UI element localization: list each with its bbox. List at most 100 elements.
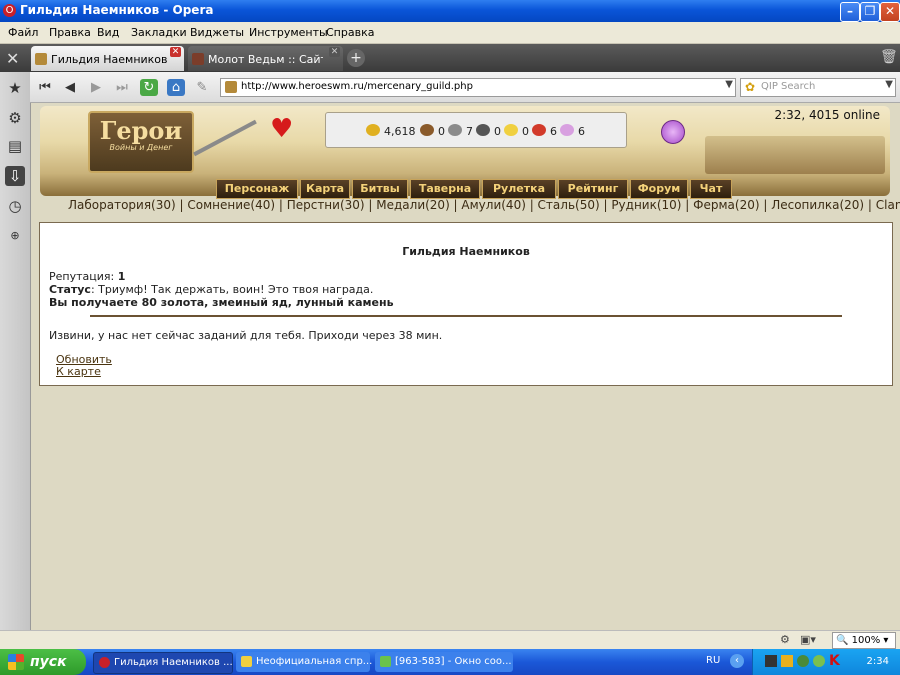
zoom-control[interactable]: 🔍 100% ▾ bbox=[832, 632, 896, 649]
menu-view[interactable]: Вид bbox=[97, 26, 119, 39]
web-page: Герои Войны и Денег ♥ 4,618 0 7 0 0 6 6 … bbox=[31, 103, 900, 630]
task-opera[interactable]: Гильдия Наемников ... bbox=[93, 652, 233, 674]
menu-file[interactable]: Файл bbox=[8, 26, 38, 39]
network-icon[interactable] bbox=[765, 655, 777, 667]
task-chat-window[interactable]: [963-583] - Окно соо... bbox=[375, 652, 513, 672]
taskbar: пуск Гильдия Наемников ... Неофициальная… bbox=[0, 649, 900, 675]
close-button[interactable]: ✕ bbox=[880, 2, 900, 22]
edit-pen-icon[interactable]: ✎ bbox=[193, 79, 211, 96]
panel-toggle-icon[interactable]: ⚙ bbox=[780, 633, 790, 646]
language-indicator[interactable]: RU bbox=[706, 655, 720, 666]
wood-icon bbox=[420, 124, 434, 136]
back-icon[interactable]: ◀ bbox=[61, 79, 79, 96]
transfers-icon[interactable]: ⇩ bbox=[5, 166, 25, 186]
nav-tavern[interactable]: Таверна bbox=[410, 179, 480, 199]
window-title-bar[interactable]: O Гильдия Наемников - Opera – ❐ ✕ bbox=[0, 0, 900, 22]
gems-icon bbox=[560, 124, 574, 136]
sword-icon bbox=[193, 119, 257, 157]
crystal-value: 6 bbox=[550, 125, 557, 138]
history-clock-icon[interactable]: ◷ bbox=[5, 196, 25, 216]
game-header-banner: Герои Войны и Денег ♥ 4,618 0 7 0 0 6 6 … bbox=[40, 106, 890, 199]
new-tab-icon[interactable]: + bbox=[347, 49, 365, 67]
rewind-icon[interactable]: ⏮ bbox=[36, 79, 54, 96]
nav-forum[interactable]: Форум bbox=[630, 179, 688, 199]
wood-value: 0 bbox=[438, 125, 445, 138]
trash-icon[interactable]: 🗑 bbox=[880, 49, 898, 65]
tab-mercenary-guild[interactable]: Гильдия Наемников ✕ bbox=[31, 46, 184, 71]
kaspersky-icon[interactable]: K bbox=[829, 653, 840, 669]
images-icon[interactable]: ▣▾ bbox=[800, 633, 816, 646]
gear-icon[interactable]: ⚙ bbox=[5, 108, 25, 128]
nav-character[interactable]: Персонаж bbox=[216, 179, 298, 199]
nav-battles[interactable]: Битвы bbox=[352, 179, 408, 199]
nav-chat[interactable]: Чат bbox=[690, 179, 732, 199]
no-tasks-message: Извини, у нас нет сейчас заданий для теб… bbox=[49, 329, 443, 342]
alert-icon[interactable] bbox=[781, 655, 793, 667]
nav-rating[interactable]: Рейтинг bbox=[558, 179, 628, 199]
magnifier-icon: 🔍 bbox=[836, 635, 849, 646]
gold-icon bbox=[366, 124, 380, 136]
server-time-online: 2:32, 4015 online bbox=[774, 108, 880, 122]
health-heart-icon: ♥ bbox=[270, 114, 294, 144]
page-title: Гильдия Наемников bbox=[402, 245, 530, 258]
url-text: http://www.heroeswm.ru/mercenary_guild.p… bbox=[241, 81, 473, 92]
sulfur-value: 0 bbox=[522, 125, 529, 138]
minimize-button[interactable]: – bbox=[840, 2, 860, 22]
reward-text: Вы получаете 80 золота, змеиный яд, лунн… bbox=[49, 296, 394, 309]
castle-image bbox=[705, 136, 885, 174]
windows-logo-icon bbox=[8, 654, 24, 670]
app-tray-icon[interactable] bbox=[813, 655, 825, 667]
maximize-button[interactable]: ❐ bbox=[860, 2, 880, 22]
crystal-icon bbox=[532, 124, 546, 136]
add-panel-icon[interactable]: ⊕ bbox=[5, 226, 25, 246]
menu-widgets[interactable]: Виджеты bbox=[190, 26, 244, 39]
guild-links[interactable]: Лаборатория(30) | Сомнение(40) | Перстни… bbox=[68, 198, 900, 212]
chevron-down-icon: ▾ bbox=[883, 635, 889, 646]
tools-icon[interactable]: ✕ bbox=[6, 49, 19, 68]
gems-value: 6 bbox=[578, 125, 585, 138]
reputation-label: Репутация: bbox=[49, 270, 115, 283]
start-label: пуск bbox=[30, 654, 67, 670]
tray-back-icon[interactable]: ‹ bbox=[730, 654, 744, 668]
sulfur-icon bbox=[504, 124, 518, 136]
ore-icon bbox=[448, 124, 462, 136]
game-logo[interactable]: Герои Войны и Денег bbox=[88, 111, 194, 173]
bookmarks-star-icon[interactable]: ★ bbox=[5, 78, 25, 98]
forward-icon[interactable]: ▶ bbox=[87, 79, 105, 96]
close-tab-icon[interactable]: ✕ bbox=[329, 47, 340, 57]
reputation-value: 1 bbox=[117, 270, 126, 283]
chevron-down-icon[interactable]: ▼ bbox=[885, 79, 893, 90]
close-tab-icon[interactable]: ✕ bbox=[170, 47, 181, 57]
menu-edit[interactable]: Правка bbox=[49, 26, 91, 39]
status-label: Статус bbox=[49, 283, 91, 296]
heroes-favicon-icon bbox=[35, 53, 47, 65]
address-field[interactable]: http://www.heroeswm.ru/mercenary_guild.p… bbox=[220, 78, 736, 97]
status-text: : Триумф! Так держать, воин! Это твоя на… bbox=[90, 283, 374, 296]
clock: 2:34 bbox=[866, 656, 889, 667]
tab-witch-hammer[interactable]: Молот Ведьм :: Сайт б... ✕ bbox=[188, 46, 343, 71]
qip-flower-icon: ✿ bbox=[745, 80, 756, 94]
tab-label: Гильдия Наемников bbox=[51, 53, 168, 66]
fast-forward-icon[interactable]: ⏭ bbox=[113, 79, 131, 96]
task-label: Неофициальная спр... bbox=[256, 656, 373, 667]
status-bar: ⚙ ▣▾ 🔍 100% ▾ bbox=[0, 630, 900, 650]
ore-value: 7 bbox=[466, 125, 473, 138]
qip-icon[interactable] bbox=[797, 655, 809, 667]
home-icon[interactable]: ⌂ bbox=[167, 79, 185, 96]
start-button[interactable]: пуск bbox=[0, 649, 86, 675]
menu-help[interactable]: Справка bbox=[326, 26, 374, 39]
nav-map[interactable]: Карта bbox=[300, 179, 350, 199]
navigation-toolbar: ⏮ ◀ ▶ ⏭ ↻ ⌂ ✎ http://www.heroeswm.ru/mer… bbox=[30, 72, 900, 103]
nav-roulette[interactable]: Рулетка bbox=[482, 179, 556, 199]
task-unofficial-guide[interactable]: Неофициальная спр... bbox=[236, 652, 373, 672]
notes-icon[interactable]: ▤ bbox=[5, 136, 25, 156]
logo-title: Герои bbox=[99, 116, 183, 145]
reload-icon[interactable]: ↻ bbox=[140, 79, 158, 96]
search-input[interactable]: ✿ QIP Search ▼ bbox=[740, 78, 896, 97]
mana-flask-icon bbox=[661, 120, 685, 144]
menu-bookmarks[interactable]: Закладки bbox=[131, 26, 187, 39]
to-map-link[interactable]: К карте bbox=[56, 365, 101, 378]
menu-tools[interactable]: Инструменты bbox=[249, 26, 328, 39]
chevron-down-icon[interactable]: ▼ bbox=[725, 79, 733, 90]
opera-logo-icon bbox=[99, 657, 110, 668]
